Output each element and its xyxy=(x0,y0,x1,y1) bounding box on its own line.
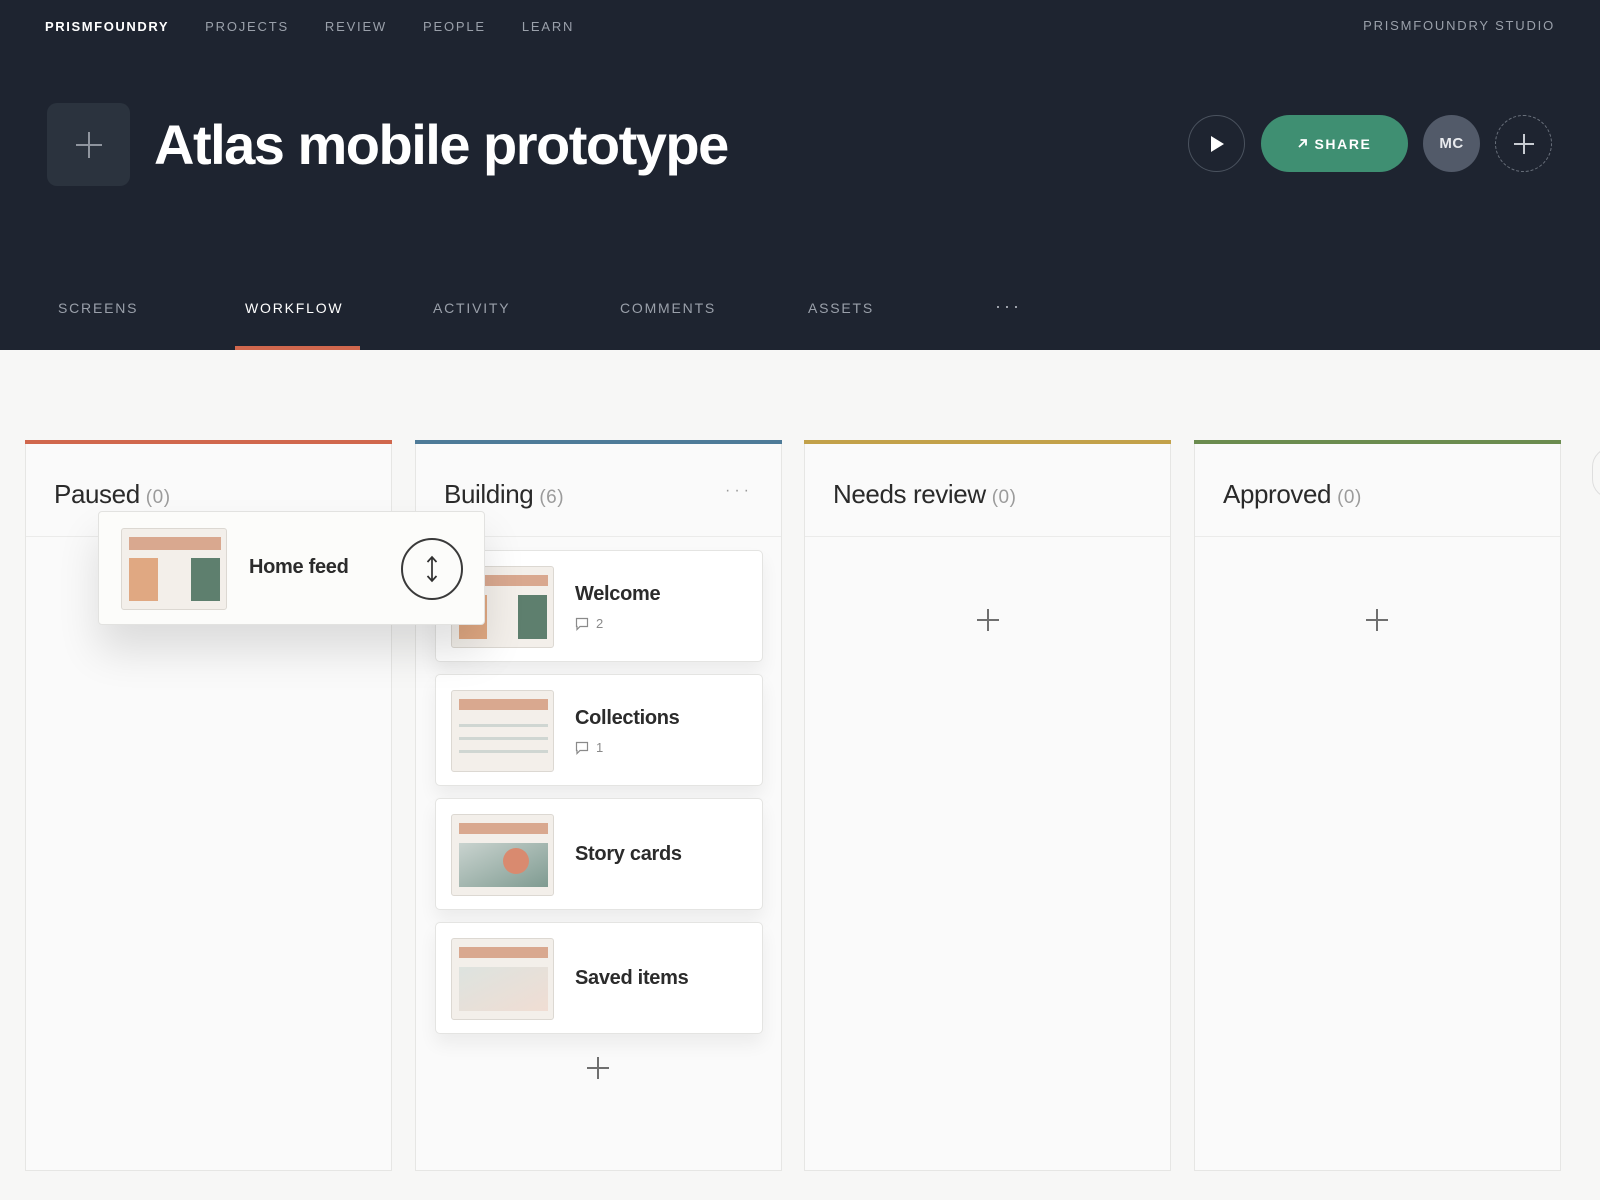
column-needs-review: Needs review (0) xyxy=(804,440,1171,1171)
user-avatar[interactable]: MC xyxy=(1423,115,1480,172)
column-title: Paused (0) xyxy=(54,479,171,509)
play-prototype-button[interactable] xyxy=(1188,115,1245,172)
comment-count: 2 xyxy=(575,616,603,631)
plus-icon xyxy=(1366,609,1388,631)
plus-icon xyxy=(587,1057,609,1079)
card-title: Story cards xyxy=(575,843,682,865)
tab-activity[interactable]: ACTIVITY xyxy=(433,300,510,316)
drag-handle[interactable] xyxy=(401,538,463,600)
comment-count-value: 2 xyxy=(596,616,604,631)
card-title: Saved items xyxy=(575,967,689,989)
nav-review[interactable]: REVIEW xyxy=(325,19,387,34)
comment-count-value: 1 xyxy=(596,740,604,755)
more-tabs-button[interactable]: ··· xyxy=(995,296,1022,317)
add-project-icon-button[interactable] xyxy=(47,103,130,186)
screen-thumbnail xyxy=(121,528,227,610)
nav-learn[interactable]: LEARN xyxy=(522,19,574,34)
tab-workflow[interactable]: WORKFLOW xyxy=(245,300,343,316)
project-title: Atlas mobile prototype xyxy=(154,113,729,176)
tab-assets[interactable]: ASSETS xyxy=(808,300,874,316)
column-title: Building (6) xyxy=(444,479,565,509)
column-count: (0) xyxy=(145,487,171,508)
scroll-right-handle[interactable] xyxy=(1592,447,1600,499)
plus-icon xyxy=(1513,133,1534,154)
card-title: Collections xyxy=(575,707,680,729)
share-label: SHARE xyxy=(1314,135,1372,152)
column-count: (0) xyxy=(1337,487,1362,508)
screen-thumbnail xyxy=(451,690,554,772)
screen-card-story-cards[interactable]: Story cards xyxy=(435,798,763,910)
screen-thumbnail xyxy=(451,938,554,1020)
screen-thumbnail xyxy=(451,814,554,896)
screen-card-collections[interactable]: Collections 1 xyxy=(435,674,763,786)
top-nav: PRISMFOUNDRY PROJECTS REVIEW PEOPLE LEAR… xyxy=(45,18,610,34)
play-icon xyxy=(1210,135,1224,152)
brand-logo[interactable]: PRISMFOUNDRY xyxy=(45,19,169,34)
tab-screens[interactable]: SCREENS xyxy=(58,300,138,316)
comment-icon xyxy=(575,741,589,755)
column-count: (0) xyxy=(991,487,1017,508)
screen-card-saved-items[interactable]: Saved items xyxy=(435,922,763,1034)
column-approved: Approved (0) xyxy=(1194,440,1561,1171)
card-title: Welcome xyxy=(575,583,661,605)
project-header: PRISMFOUNDRY PROJECTS REVIEW PEOPLE LEAR… xyxy=(0,0,1600,350)
workspace-name[interactable]: PRISMFOUNDRY STUDIO xyxy=(1363,18,1555,33)
column-header: Needs review (0) xyxy=(805,444,1170,537)
column-menu-button[interactable]: ··· xyxy=(725,482,753,500)
nav-people[interactable]: PEOPLE xyxy=(423,19,486,34)
add-collaborator-button[interactable] xyxy=(1495,115,1552,172)
card-title: Home feed xyxy=(249,556,349,578)
add-screen-button[interactable] xyxy=(968,600,1008,640)
column-title: Needs review (0) xyxy=(833,479,1017,509)
add-screen-button[interactable] xyxy=(578,1048,618,1088)
plus-icon xyxy=(75,131,102,158)
add-screen-button[interactable] xyxy=(1357,600,1397,640)
dragging-card-home-feed[interactable]: Home feed xyxy=(98,511,485,625)
tab-comments[interactable]: COMMENTS xyxy=(620,300,716,316)
comment-count: 1 xyxy=(575,740,603,755)
plus-icon xyxy=(977,609,999,631)
share-button[interactable]: SHARE xyxy=(1261,115,1408,172)
column-header: Approved (0) xyxy=(1195,444,1560,537)
column-count: (6) xyxy=(539,487,565,508)
project-tabs: SCREENS WORKFLOW ACTIVITY COMMENTS ASSET… xyxy=(0,290,1100,350)
vertical-arrows-icon xyxy=(426,555,438,583)
column-title: Approved (0) xyxy=(1223,479,1362,509)
arrow-up-right-icon xyxy=(1298,139,1308,148)
nav-projects[interactable]: PROJECTS xyxy=(205,19,289,34)
comment-icon xyxy=(575,617,589,631)
active-tab-indicator xyxy=(235,346,360,350)
